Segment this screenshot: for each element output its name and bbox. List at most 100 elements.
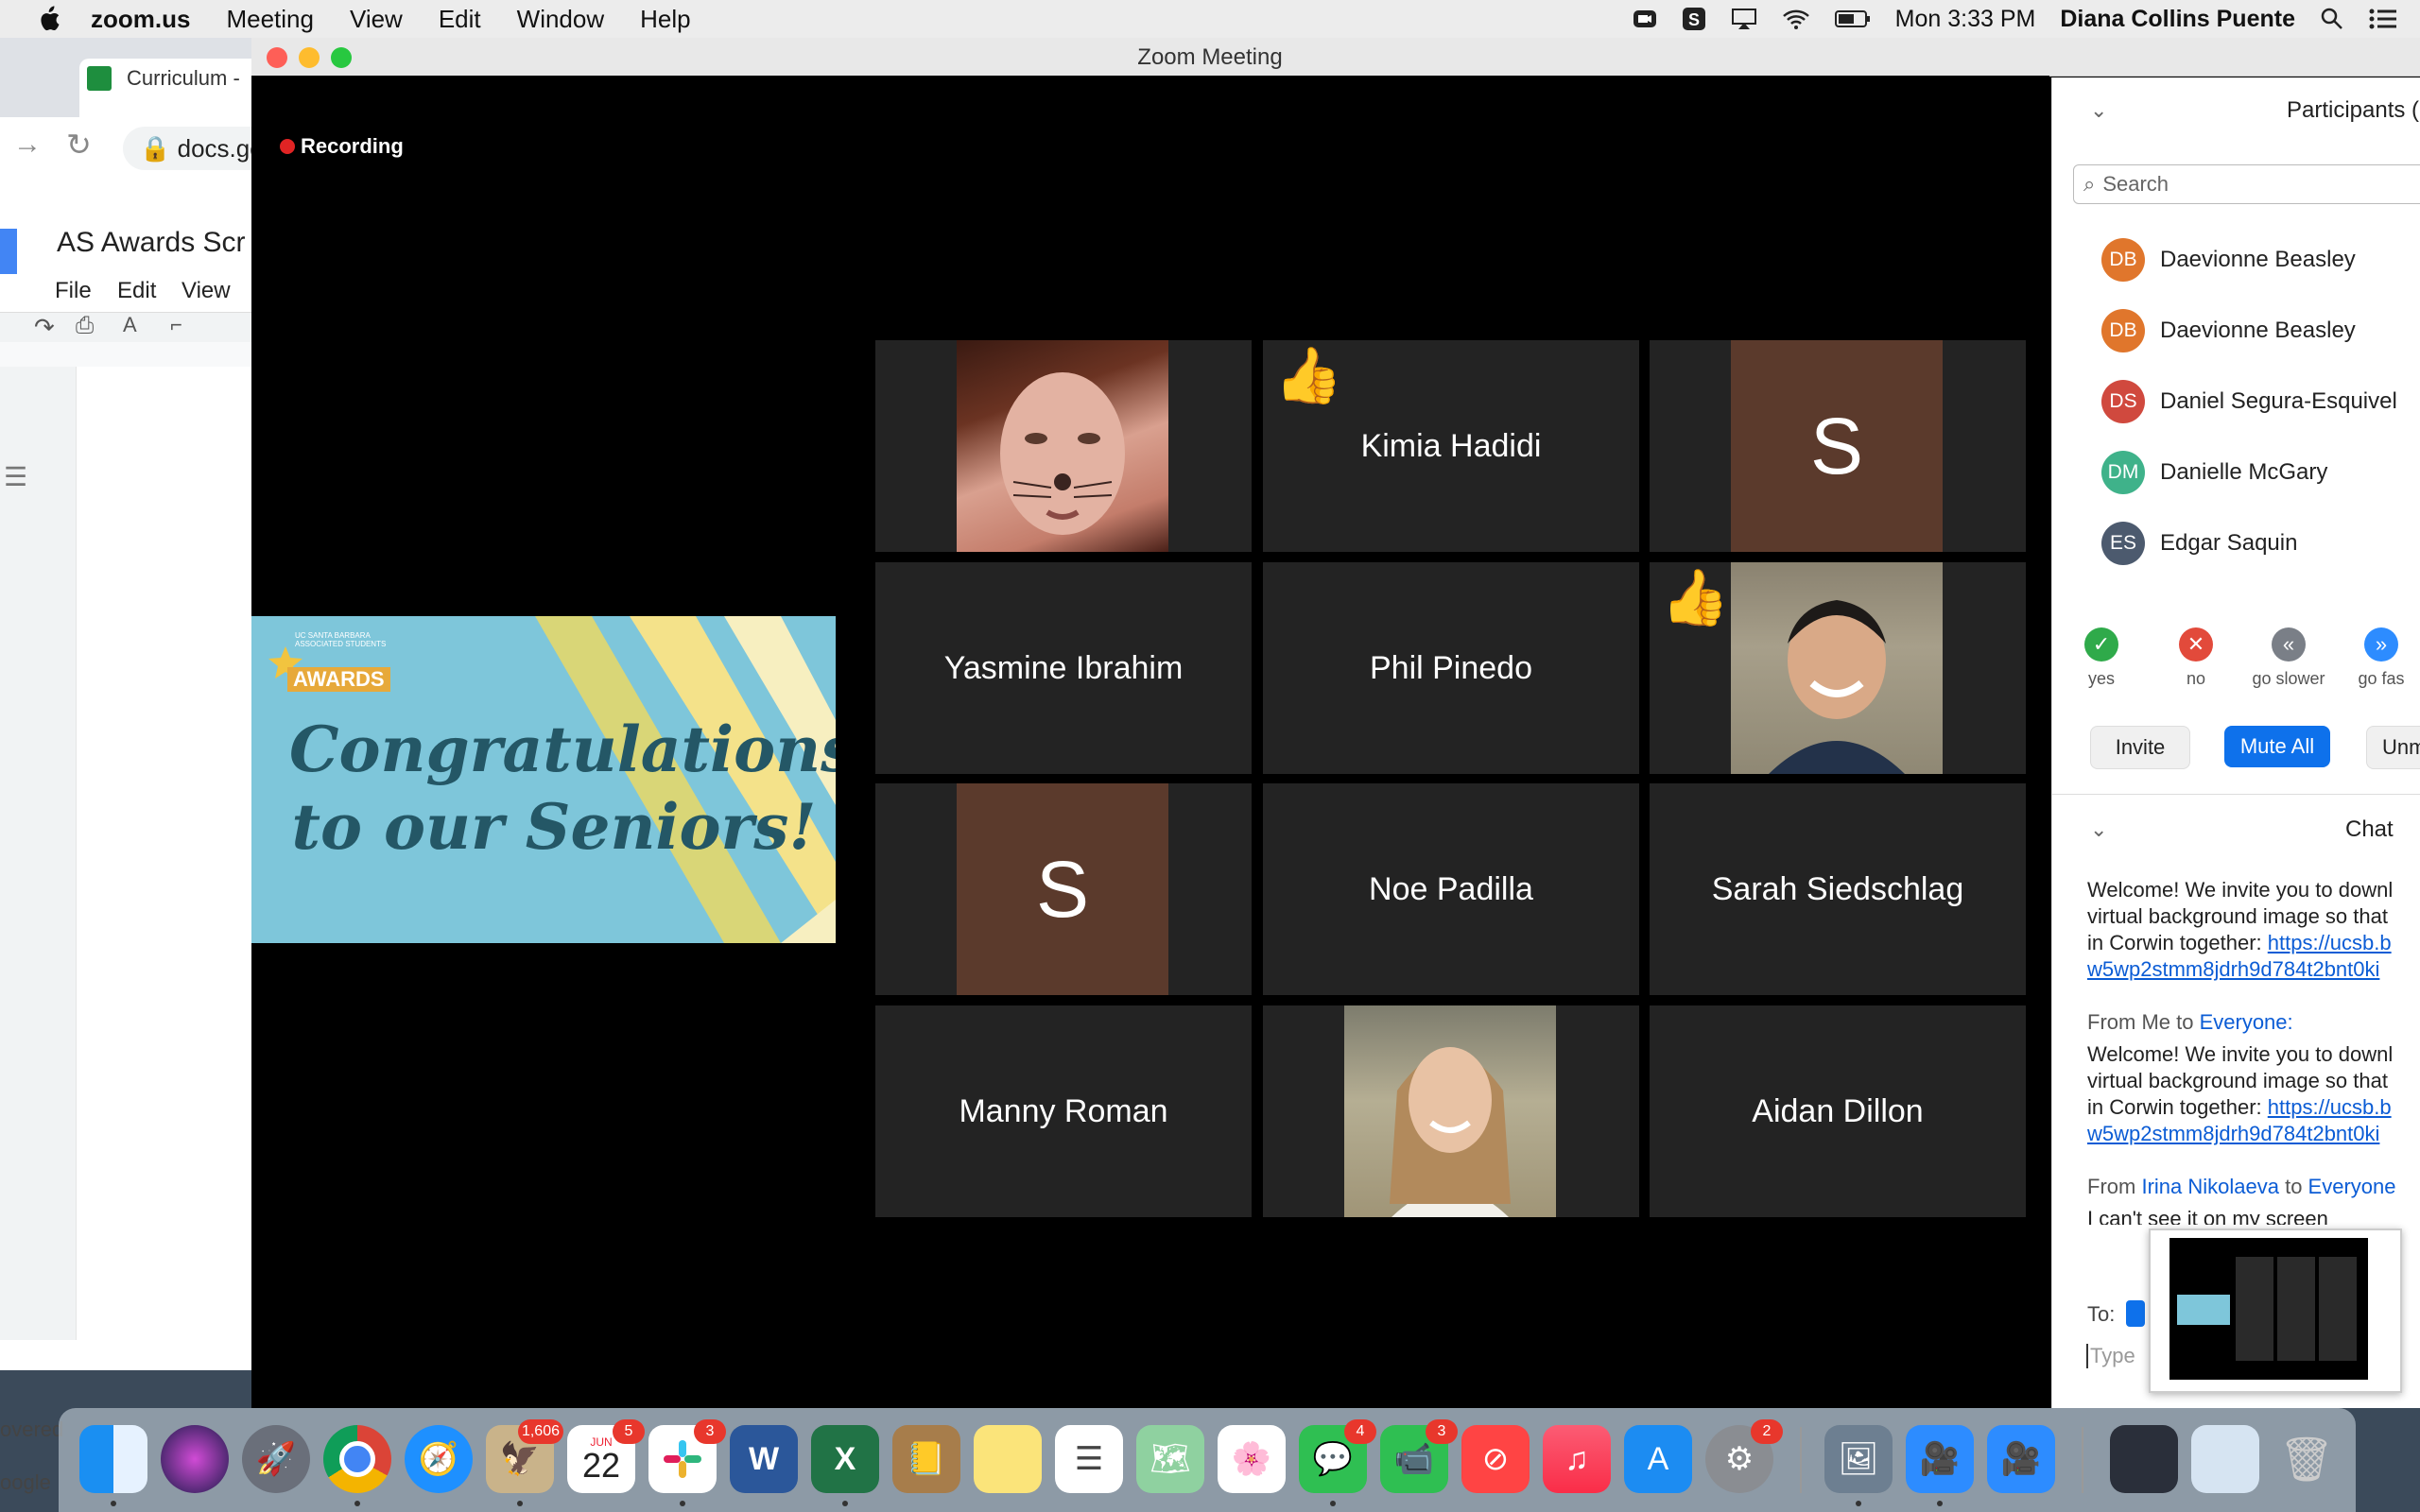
docs-menu-view[interactable]: View xyxy=(182,278,231,304)
video-tile-7[interactable]: S xyxy=(875,783,1252,995)
recipient-dropdown[interactable] xyxy=(2126,1300,2145,1327)
chat-link[interactable]: https://ucsb.b xyxy=(2268,1095,2392,1119)
video-tile-4[interactable]: Yasmine Ibrahim xyxy=(875,562,1252,774)
video-tile-1[interactable] xyxy=(875,340,1252,552)
recipient-name[interactable]: Everyone: xyxy=(2200,1010,2293,1034)
messages-icon[interactable]: 💬 4 xyxy=(1299,1419,1376,1506)
preview-icon[interactable]: 🖼 xyxy=(1824,1425,1893,1506)
airplay-icon[interactable] xyxy=(1731,8,1757,30)
launchpad-icon[interactable]: 🚀 xyxy=(242,1425,310,1493)
side-panel: ⌄ Participants ( ⌕ Search DB Daevionne B… xyxy=(2051,77,2420,1408)
participant-row[interactable]: DB Daevionne Beasley xyxy=(2101,236,2356,284)
notes-icon[interactable] xyxy=(974,1425,1042,1493)
participant-row[interactable]: DS Daniel Segura-Esquivel xyxy=(2101,378,2397,425)
zoom-app-icon-2[interactable]: 🎥 xyxy=(1987,1425,2055,1493)
participant-search[interactable]: ⌕ Search xyxy=(2073,164,2420,204)
reload-icon[interactable]: ↻ xyxy=(66,127,92,163)
spotlight-icon[interactable] xyxy=(2320,7,2344,31)
chat-link-continued[interactable]: w5wp2stmm8jdrh9d784t2bnt0ki xyxy=(2087,956,2420,983)
chat-link-continued[interactable]: w5wp2stmm8jdrh9d784t2bnt0ki xyxy=(2087,1121,2420,1147)
calendar-icon[interactable]: JUN 22 5 xyxy=(567,1419,645,1493)
video-tile-11[interactable] xyxy=(1263,1005,1639,1217)
doc-title[interactable]: AS Awards Scr xyxy=(57,227,246,259)
participant-row[interactable]: ES Edgar Saquin xyxy=(2101,520,2297,567)
mail-icon[interactable]: 🦅 1,606 xyxy=(486,1419,563,1506)
docs-menu-file[interactable]: File xyxy=(55,278,92,304)
reaction-go-slower[interactable]: « go slower xyxy=(2241,627,2336,689)
menu-help[interactable]: Help xyxy=(640,5,690,34)
chat-link[interactable]: https://ucsb.b xyxy=(2268,931,2392,954)
slack-icon[interactable]: 3 xyxy=(648,1419,726,1506)
zoom-app-icon[interactable]: 🎥 xyxy=(1906,1425,1974,1506)
app-store-icon[interactable]: A xyxy=(1624,1425,1692,1493)
system-preferences-icon[interactable]: ⚙ 2 xyxy=(1705,1419,1783,1493)
excel-icon[interactable]: X xyxy=(811,1425,879,1506)
recipient-name[interactable]: Everyone xyxy=(2308,1175,2396,1198)
battery-icon[interactable] xyxy=(1834,9,1871,28)
fast-forward-icon: » xyxy=(2364,627,2398,662)
menu-bar: zoom.us Meeting View Edit Window Help S … xyxy=(0,0,2420,39)
zoom-status-icon[interactable] xyxy=(1633,8,1657,30)
menu-app-name[interactable]: zoom.us xyxy=(91,5,190,34)
menu-view[interactable]: View xyxy=(350,5,403,34)
menu-meeting[interactable]: Meeting xyxy=(226,5,314,34)
chrome-icon[interactable] xyxy=(323,1425,391,1506)
sender-name[interactable]: Irina Nikolaeva xyxy=(2141,1175,2279,1198)
skype-icon[interactable]: S xyxy=(1682,7,1706,31)
spellcheck-icon[interactable]: A xyxy=(123,313,137,337)
chat-input[interactable]: Type xyxy=(2086,1344,2135,1368)
video-tile-12[interactable]: Aidan Dillon xyxy=(1650,1005,2026,1217)
sender-to: to xyxy=(2278,1175,2308,1198)
mute-all-button[interactable]: Mute All xyxy=(2224,726,2330,767)
maps-icon[interactable]: 🗺 xyxy=(1136,1425,1204,1493)
recent-item-icon[interactable] xyxy=(2110,1425,2178,1493)
docs-menu-edit[interactable]: Edit xyxy=(117,278,156,304)
video-tile-10[interactable]: Manny Roman xyxy=(875,1005,1252,1217)
menu-edit[interactable]: Edit xyxy=(439,5,481,34)
print-icon[interactable]: ⎙ xyxy=(76,313,94,339)
dock-divider xyxy=(1800,1427,1802,1493)
clock[interactable]: Mon 3:33 PM xyxy=(1895,6,2036,33)
reaction-no[interactable]: ✕ no xyxy=(2149,627,2243,689)
outline-icon[interactable]: ☰ xyxy=(4,461,27,492)
recording-indicator[interactable]: Recording xyxy=(280,134,404,159)
reaction-yes[interactable]: ✓ yes xyxy=(2054,627,2149,689)
video-tile-6[interactable]: 👍 xyxy=(1650,562,2026,774)
siri-icon[interactable] xyxy=(161,1425,229,1493)
screenshot-thumbnail[interactable] xyxy=(2149,1228,2402,1393)
news-icon[interactable]: ⊘ xyxy=(1461,1425,1530,1493)
menu-window[interactable]: Window xyxy=(517,5,604,34)
collapse-chevron-icon[interactable]: ⌄ xyxy=(2090,98,2107,123)
participant-row[interactable]: DB Daevionne Beasley xyxy=(2101,307,2356,354)
trash-icon[interactable]: 🗑 xyxy=(2273,1425,2341,1493)
collapse-chevron-icon[interactable]: ⌄ xyxy=(2090,817,2107,842)
redo-icon[interactable]: ↷ xyxy=(34,313,55,342)
safari-icon[interactable]: 🧭 xyxy=(405,1425,473,1493)
paint-format-icon[interactable]: ⌐ xyxy=(170,313,182,337)
photos-icon[interactable]: 🌸 xyxy=(1218,1425,1286,1493)
downloads-stack-icon[interactable] xyxy=(2191,1425,2259,1493)
participant-name: Phil Pinedo xyxy=(1369,649,1532,686)
shared-video-banner[interactable]: UC SANTA BARBARA ASSOCIATED STUDENTS AWA… xyxy=(251,616,836,943)
facetime-icon[interactable]: 📹 3 xyxy=(1380,1419,1458,1493)
user-name[interactable]: Diana Collins Puente xyxy=(2060,6,2295,33)
forward-icon[interactable]: → xyxy=(13,129,42,161)
wifi-icon[interactable] xyxy=(1782,8,1810,30)
video-tile-2[interactable]: Kimia Hadidi 👍 xyxy=(1263,340,1639,552)
video-tile-8[interactable]: Noe Padilla xyxy=(1263,783,1639,995)
apple-icon[interactable] xyxy=(36,5,60,33)
control-center-icon[interactable] xyxy=(2369,9,2397,29)
music-icon[interactable]: ♫ xyxy=(1543,1425,1611,1493)
video-tile-3[interactable]: S xyxy=(1650,340,2026,552)
reminders-icon[interactable]: ☰ xyxy=(1055,1425,1123,1493)
invite-button[interactable]: Invite xyxy=(2090,726,2190,769)
unmute-all-button[interactable]: Unm xyxy=(2366,726,2420,769)
participant-row[interactable]: DM Danielle McGary xyxy=(2101,449,2327,496)
word-icon[interactable]: W xyxy=(730,1425,798,1493)
video-tile-5[interactable]: Phil Pinedo xyxy=(1263,562,1639,774)
video-tile-9[interactable]: Sarah Siedschlag xyxy=(1650,783,2026,995)
reaction-go-faster[interactable]: » go fas xyxy=(2334,627,2420,689)
contacts-icon[interactable]: 📒 xyxy=(892,1425,960,1493)
finder-icon[interactable] xyxy=(79,1425,147,1506)
reaction-label: yes xyxy=(2087,669,2115,688)
